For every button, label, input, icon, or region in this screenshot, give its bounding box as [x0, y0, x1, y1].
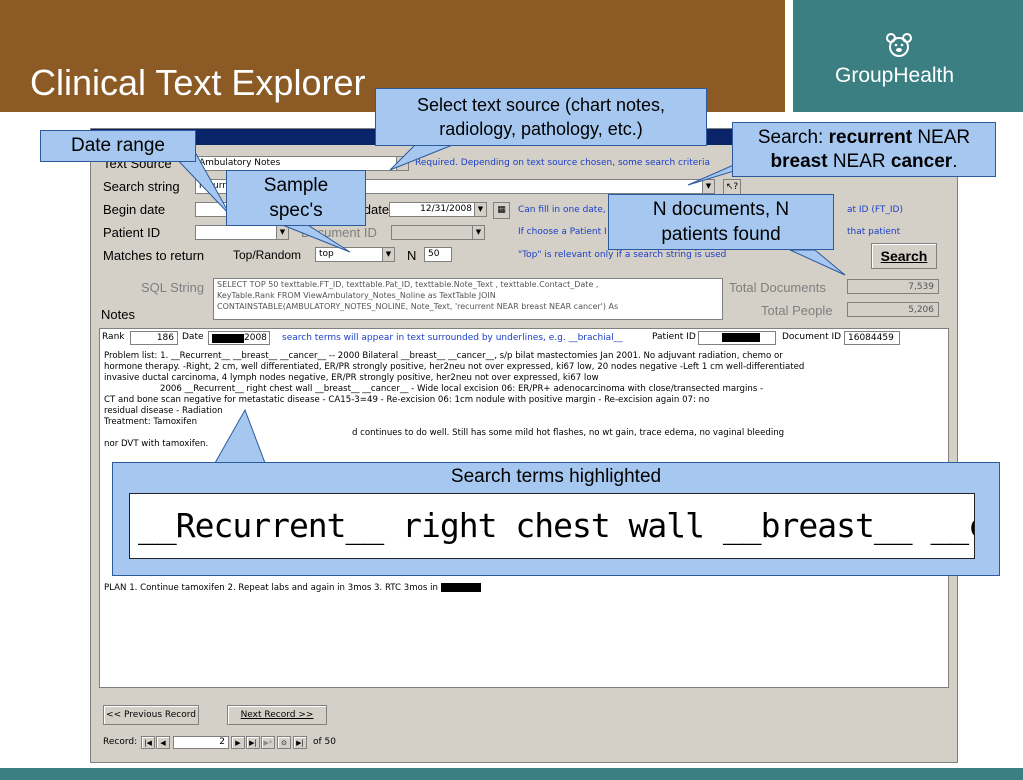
callout-n-found: N documents, N patients found	[608, 194, 834, 250]
callout-search-text: NEAR	[912, 127, 971, 148]
pointer-highlight	[214, 408, 266, 464]
callout-sample-spec: Sample spec's	[226, 170, 366, 226]
callout-search-term: breast	[770, 151, 828, 172]
pointer-text-source	[389, 141, 461, 171]
callout-search-text: .	[952, 151, 958, 172]
pointer-n-found	[789, 249, 846, 276]
callout-search-text: Search:	[757, 127, 829, 148]
callout-date-range: Date range	[40, 130, 196, 162]
callout-search-term: cancer	[890, 151, 953, 172]
callout-highlighted: Search terms highlighted __Recurrent__ r…	[112, 462, 1000, 576]
callout-highlighted-title: Search terms highlighted	[450, 466, 662, 487]
callout-search-text: NEAR	[827, 151, 891, 172]
callout-text-source: Select text source (chart notes, radiolo…	[375, 88, 707, 146]
callout-search: Search: recurrent NEAR breast NEAR cance…	[732, 122, 996, 177]
zoomed-highlight-text: __Recurrent__ right chest wall __breast_…	[138, 506, 974, 545]
callout-search-term: recurrent	[828, 127, 913, 148]
zoom-box: __Recurrent__ right chest wall __breast_…	[129, 493, 975, 559]
